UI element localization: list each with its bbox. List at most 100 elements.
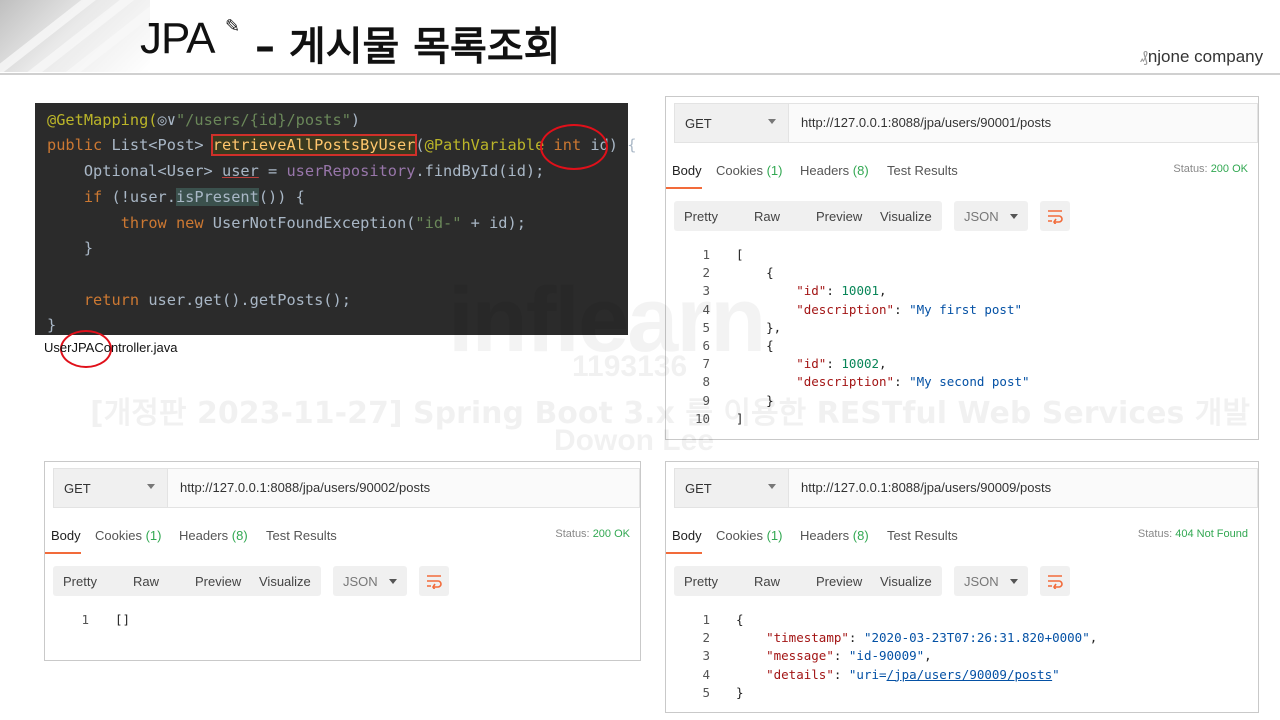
- tab-test-results[interactable]: Test Results: [887, 528, 958, 543]
- format-tab-pretty[interactable]: Pretty: [684, 209, 718, 224]
- format-tab-group: Pretty Raw Preview Visualize: [674, 566, 942, 596]
- json-token: 10002: [841, 356, 880, 372]
- json-token: /jpa/users/90009/posts: [886, 666, 1053, 682]
- response-line: "description": "My first post": [736, 302, 1022, 317]
- tab-cookies[interactable]: Cookies (1): [716, 528, 782, 543]
- request-url-input[interactable]: http://127.0.0.1:8088/jpa/users/90009/po…: [801, 480, 1051, 495]
- json-token: ": [1052, 666, 1060, 682]
- format-tab-visualize[interactable]: Visualize: [259, 574, 311, 589]
- request-url-bar[interactable]: GET http://127.0.0.1:8088/jpa/users/90002…: [53, 468, 640, 508]
- tab-test-results[interactable]: Test Results: [887, 163, 958, 178]
- headers-count: (8): [852, 528, 869, 543]
- brand-logo: ₰njone company: [1140, 47, 1263, 67]
- json-token: "My first post": [909, 301, 1023, 317]
- json-token: :: [894, 301, 910, 317]
- wrap-lines-button[interactable]: [1040, 201, 1070, 231]
- tab-test-results[interactable]: Test Results: [266, 528, 337, 543]
- response-line: "timestamp": "2020-03-23T07:26:31.820+00…: [736, 630, 1097, 645]
- cookies-count: (1): [766, 528, 783, 543]
- tab-cookies[interactable]: Cookies (1): [716, 163, 782, 178]
- response-line: []: [115, 612, 130, 627]
- method-select[interactable]: GET: [675, 104, 789, 142]
- format-select-label: JSON: [964, 209, 999, 224]
- json-token: :: [833, 666, 849, 682]
- format-select[interactable]: JSON: [333, 566, 407, 596]
- code-token: public: [47, 136, 112, 154]
- response-tabs: Body Cookies (1) Headers (8) Test Results St…: [45, 518, 640, 554]
- wrap-lines-button[interactable]: [419, 566, 449, 596]
- tab-headers[interactable]: Headers (8): [179, 528, 248, 543]
- response-line: {: [736, 612, 744, 627]
- json-token: }: [736, 684, 744, 700]
- chevron-down-icon: [768, 119, 776, 124]
- json-token: "description": [796, 301, 895, 317]
- request-url-bar[interactable]: GET http://127.0.0.1:8088/jpa/users/90009…: [674, 468, 1258, 508]
- json-token: "id": [796, 283, 827, 299]
- format-select-label: JSON: [964, 574, 999, 589]
- tab-body[interactable]: Body: [672, 528, 702, 543]
- format-tab-raw[interactable]: Raw: [133, 574, 159, 589]
- code-token: (: [415, 136, 425, 154]
- chevron-down-icon: [1010, 579, 1018, 584]
- format-tab-raw[interactable]: Raw: [754, 209, 780, 224]
- format-select[interactable]: JSON: [954, 566, 1028, 596]
- header-divider: [0, 73, 1280, 75]
- tab-label: Body: [672, 528, 702, 543]
- code-token: throw new: [120, 214, 213, 232]
- format-tab-preview[interactable]: Preview: [195, 574, 241, 589]
- pen-icon: ✎: [225, 16, 241, 36]
- format-tab-raw[interactable]: Raw: [754, 574, 780, 589]
- json-token: ,: [879, 356, 887, 372]
- chevron-down-icon: [768, 484, 776, 489]
- method-label: GET: [685, 481, 712, 496]
- code-token: "id-": [415, 214, 462, 232]
- code-token: user.get().getPosts();: [148, 291, 351, 309]
- json-token: ,: [879, 283, 887, 299]
- tab-body[interactable]: Body: [672, 163, 702, 178]
- status-label: Status:: [1173, 163, 1208, 175]
- request-url-input[interactable]: http://127.0.0.1:8088/jpa/users/90002/po…: [180, 480, 430, 495]
- json-token: "id": [796, 356, 827, 372]
- chevron-down-icon: [389, 579, 397, 584]
- request-url-input[interactable]: http://127.0.0.1:8088/jpa/users/90001/po…: [801, 115, 1051, 130]
- format-select[interactable]: JSON: [954, 201, 1028, 231]
- format-tab-visualize[interactable]: Visualize: [880, 574, 932, 589]
- code-token: userRepository: [286, 162, 416, 180]
- json-token: :: [833, 648, 849, 664]
- brand-text: njone company: [1147, 47, 1264, 66]
- header-decoration: [0, 0, 150, 72]
- method-select[interactable]: GET: [54, 469, 168, 507]
- tab-label: Body: [672, 163, 702, 178]
- request-url-bar[interactable]: GET http://127.0.0.1:8088/jpa/users/90001…: [674, 103, 1258, 143]
- status-label: Status:: [1137, 528, 1173, 540]
- tab-headers[interactable]: Headers (8): [800, 163, 869, 178]
- line-number: 2: [702, 630, 710, 646]
- format-tab-preview[interactable]: Preview: [816, 209, 862, 224]
- code-line: return user.get().getPosts();: [47, 291, 351, 309]
- tab-body[interactable]: Body: [51, 528, 81, 543]
- tab-cookies[interactable]: Cookies (1): [95, 528, 161, 543]
- postman-panel-3: GET http://127.0.0.1:8088/jpa/users/90009…: [665, 461, 1259, 713]
- cookies-count: (1): [145, 528, 162, 543]
- code-token: }: [47, 239, 94, 257]
- chevron-down-icon: [147, 484, 155, 489]
- tab-label: Cookies: [95, 528, 142, 543]
- format-tab-preview[interactable]: Preview: [816, 574, 862, 589]
- method-select[interactable]: GET: [675, 469, 789, 507]
- json-token: [: [736, 247, 744, 262]
- code-token: (!user.: [111, 188, 176, 206]
- tab-headers[interactable]: Headers (8): [800, 528, 869, 543]
- wrap-lines-button[interactable]: [1040, 566, 1070, 596]
- json-token: "timestamp": [766, 630, 849, 646]
- format-tab-visualize[interactable]: Visualize: [880, 209, 932, 224]
- json-token: "id-90009": [848, 648, 925, 664]
- code-token: @GetMapping(: [47, 111, 158, 129]
- format-tab-pretty[interactable]: Pretty: [63, 574, 97, 589]
- code-line: }: [47, 316, 56, 334]
- tab-label: Test Results: [266, 528, 337, 543]
- format-tab-pretty[interactable]: Pretty: [684, 574, 718, 589]
- line-number: 1: [81, 612, 89, 627]
